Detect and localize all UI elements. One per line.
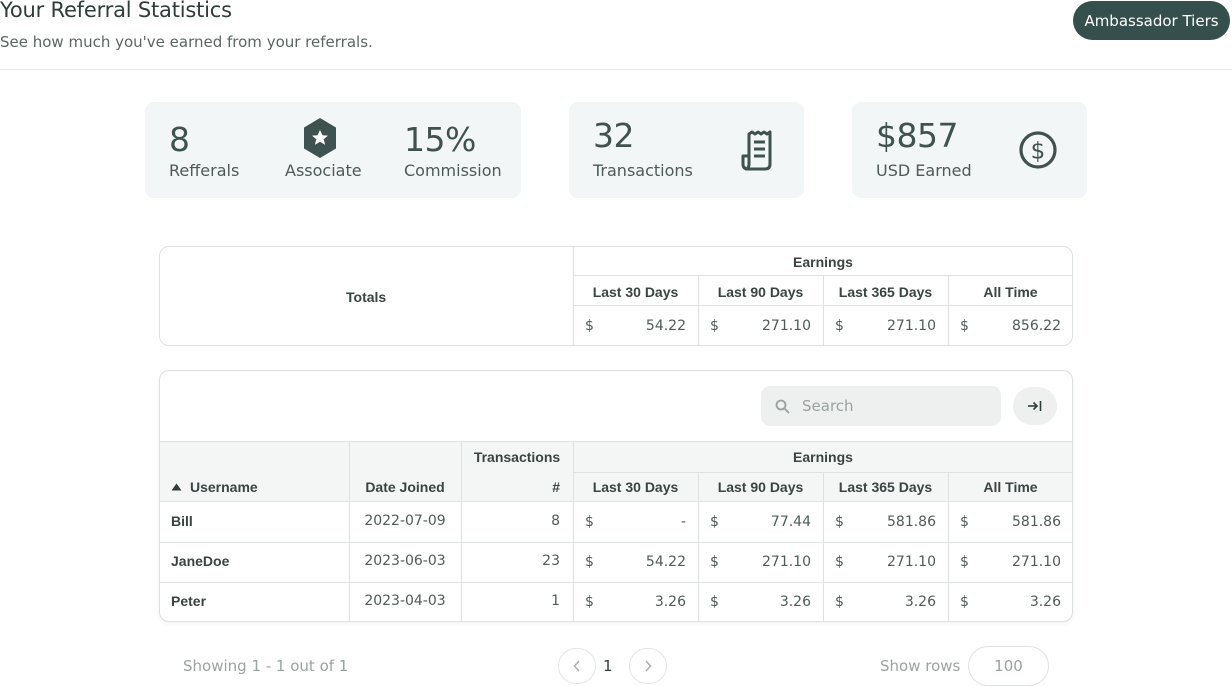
row-transactions: 1	[551, 593, 560, 609]
divider	[160, 542, 1072, 543]
search-box[interactable]	[761, 386, 1001, 426]
row-date: 2023-04-03	[364, 593, 446, 609]
row-last365: 3.26	[904, 594, 936, 610]
col-last365: Last 365 Days	[838, 284, 933, 300]
row-all-time: 3.26	[1029, 594, 1061, 610]
transactions-header[interactable]: Transactions	[461, 449, 573, 465]
divider	[948, 275, 949, 345]
row-last365: 271.10	[887, 554, 936, 570]
row-username: JaneDoe	[171, 553, 230, 569]
total-last90: 271.10	[762, 318, 811, 334]
chevron-right-icon	[645, 660, 652, 672]
row-username: Peter	[171, 593, 207, 609]
last90-header[interactable]: Last 90 Days	[698, 479, 823, 495]
next-page-button[interactable]	[629, 648, 667, 684]
divider	[160, 501, 1072, 502]
total-last365: 271.10	[887, 318, 936, 334]
divider	[823, 275, 824, 345]
row-username: Bill	[171, 513, 193, 529]
commission-label: Commission	[404, 161, 502, 180]
row-last90: 271.10	[762, 554, 811, 570]
row-last365: 581.86	[887, 514, 936, 530]
hexagon-star-icon	[304, 118, 336, 158]
commission-value: 15%	[404, 120, 476, 159]
total-last30: 54.22	[645, 318, 686, 334]
transactions-subheader: #	[552, 479, 560, 495]
totals-label: Totals	[346, 289, 387, 305]
total-all-time: 856.22	[1012, 318, 1061, 334]
referrals-count: 8	[169, 120, 190, 159]
rows-per-page-select[interactable]: 100	[968, 646, 1049, 686]
page-title: Your Referral Statistics	[0, 0, 232, 22]
divider	[573, 442, 574, 621]
current-page[interactable]: 1	[603, 657, 613, 675]
row-last30: 3.26	[654, 594, 686, 610]
chevron-left-icon	[573, 660, 580, 672]
username-header[interactable]: Username	[171, 479, 258, 495]
transactions-label: Transactions	[593, 161, 693, 180]
row-last30: -	[680, 514, 686, 530]
all-time-header[interactable]: All Time	[948, 479, 1072, 495]
svg-text:$: $	[1031, 139, 1046, 165]
referrals-label: Refferals	[169, 161, 240, 180]
earnings-header: Earnings	[793, 449, 853, 465]
row-transactions: 23	[542, 553, 560, 569]
col-last30: Last 30 Days	[592, 284, 679, 300]
header-divider	[0, 69, 1232, 70]
row-all-time: 581.86	[1012, 514, 1061, 530]
date-joined-header[interactable]: Date Joined	[349, 479, 461, 495]
referrals-table: Username Date Joined Transactions # Earn…	[159, 370, 1073, 622]
showing-count: Showing 1 - 1 out of 1	[183, 657, 349, 675]
col-last90: Last 90 Days	[717, 284, 804, 300]
show-rows-label: Show rows	[880, 657, 961, 675]
row-last90: 77.44	[770, 514, 811, 530]
last30-header[interactable]: Last 30 Days	[573, 479, 698, 495]
divider	[160, 441, 1072, 442]
transactions-count: 32	[593, 116, 635, 155]
row-last30: 54.22	[645, 554, 686, 570]
divider	[160, 582, 1072, 583]
tier-label: Associate	[285, 161, 362, 180]
earned-label: USD Earned	[876, 161, 972, 180]
search-icon	[775, 399, 790, 413]
row-all-time: 271.10	[1012, 554, 1061, 570]
dollar-circle-icon: $	[1019, 131, 1057, 169]
earned-card: $857 USD Earned $	[852, 102, 1087, 198]
ambassador-tiers-button[interactable]: Ambassador Tiers	[1073, 1, 1230, 40]
referral-summary-card: 8 Refferals Associate 15% Commission	[145, 102, 521, 198]
row-date: 2023-06-03	[364, 553, 446, 569]
transactions-card: 32 Transactions	[569, 102, 804, 198]
export-icon	[1028, 401, 1042, 411]
earnings-group-header: Earnings	[793, 254, 853, 270]
prev-page-button[interactable]	[558, 648, 596, 684]
earned-value: $857	[876, 116, 958, 155]
totals-table: Totals Earnings Last 30 Days Last 90 Day…	[159, 246, 1073, 346]
search-input[interactable]	[802, 397, 982, 415]
sort-asc-icon	[171, 483, 182, 491]
receipt-icon	[741, 130, 772, 171]
divider	[698, 275, 699, 345]
row-last90: 3.26	[779, 594, 811, 610]
last365-header[interactable]: Last 365 Days	[823, 479, 948, 495]
username-header-label: Username	[190, 479, 258, 495]
row-transactions: 8	[551, 513, 560, 529]
row-date: 2022-07-09	[364, 513, 446, 529]
col-all-time: All Time	[983, 284, 1038, 300]
export-button[interactable]	[1013, 387, 1057, 425]
page-subtitle: See how much you've earned from your ref…	[0, 33, 373, 51]
